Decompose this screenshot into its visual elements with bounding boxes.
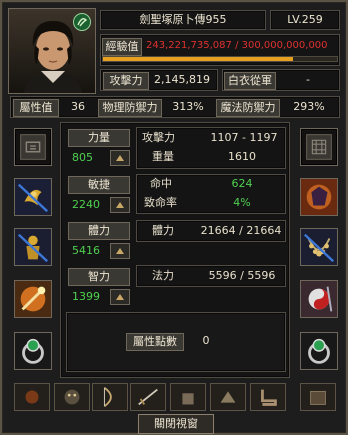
bow-icon	[103, 386, 112, 408]
glove-icon	[182, 393, 194, 405]
dex-increase-button[interactable]	[110, 197, 130, 213]
vit-label: 體力	[68, 222, 130, 240]
points-label: 屬性點數	[126, 333, 184, 351]
faction-label: 白衣從軍	[224, 72, 276, 90]
toolbar-slot-1[interactable]	[14, 383, 50, 411]
vit-value: 5416	[72, 244, 100, 257]
character-window: 劍聖塚原卜傳955 LV.259 經驗值 243,221,735,087 / 3…	[0, 0, 348, 435]
character-name: 劍聖塚原卜傳955	[139, 13, 227, 26]
int-value: 1399	[72, 290, 100, 303]
toolbar-slot-8[interactable]	[300, 383, 336, 411]
mp-current: 5596	[208, 269, 237, 282]
atk-range: 1107 - 1197	[206, 130, 282, 146]
jade-ring-icon	[301, 333, 337, 369]
pouch-icon	[310, 390, 326, 405]
right-slot-taiji[interactable]	[300, 280, 338, 318]
toolbar-slot-5[interactable]	[170, 383, 206, 411]
attr-label: 屬性值	[13, 99, 59, 117]
crit-label: 致命率	[144, 196, 177, 209]
mag-def-label: 魔法防禦力	[216, 99, 280, 117]
right-slot-necklace[interactable]	[300, 228, 338, 266]
dark-gem-icon	[301, 179, 337, 215]
mp-values: 5596 / 5596	[202, 268, 282, 284]
close-window-button[interactable]: 關閉視窗	[138, 414, 214, 434]
boot-icon	[261, 389, 277, 406]
exp-label: 經驗值	[102, 38, 142, 56]
hp-label: 體力	[152, 224, 174, 237]
int-label: 智力	[68, 268, 130, 286]
int-increase-button[interactable]	[110, 289, 130, 305]
right-slot-gem[interactable]	[300, 178, 338, 216]
mask-icon	[64, 389, 80, 405]
str-value: 805	[72, 151, 93, 164]
str-label: 力量	[68, 129, 130, 147]
right-slot-ring[interactable]	[300, 332, 338, 370]
left-slot-seal[interactable]	[14, 128, 52, 166]
phys-def-value: 313%	[172, 100, 204, 113]
dex-label: 敏捷	[68, 176, 130, 194]
atk-separator: -	[242, 131, 246, 144]
exp-bar-fill	[103, 57, 293, 61]
attr-value: 36	[71, 100, 85, 113]
atk-max: 1197	[249, 131, 278, 144]
weight-value: 1610	[228, 150, 256, 163]
golden-bird-crossed-icon	[15, 179, 51, 215]
left-slot-bird[interactable]	[14, 178, 52, 216]
sword-icon	[138, 388, 158, 406]
left-slot-staff[interactable]	[14, 280, 52, 318]
atk-min: 1107	[210, 131, 239, 144]
character-level: LV.259	[287, 13, 323, 26]
faction-value: -	[306, 73, 310, 86]
crit-value: 4%	[233, 196, 251, 209]
left-slot-warrior[interactable]	[14, 228, 52, 266]
dex-value: 2240	[72, 198, 100, 211]
toolbar-slot-6[interactable]	[210, 383, 246, 411]
seal-box-icon	[20, 134, 46, 160]
fire-staff-icon	[15, 281, 51, 317]
hp-values: 21664 / 21664	[198, 223, 284, 239]
mp-label: 法力	[152, 269, 174, 282]
exp-separator: /	[235, 40, 239, 51]
right-slot-knot[interactable]	[300, 128, 338, 166]
mp-separator: /	[240, 269, 244, 282]
atk-label: 攻擊力	[142, 131, 175, 144]
gauntlet-icon	[220, 391, 236, 403]
name-panel: 劍聖塚原卜傳955	[100, 10, 266, 30]
weight-label: 重量	[152, 150, 174, 163]
toolbar-slot-2[interactable]	[54, 383, 90, 411]
mag-def-value: 293%	[293, 100, 325, 113]
status-emblem-icon	[73, 13, 91, 31]
exp-current: 243,221,735,087	[146, 40, 232, 51]
attack-label: 攻擊力	[103, 72, 149, 90]
hit-label: 命中	[150, 177, 172, 190]
vit-increase-button[interactable]	[110, 243, 130, 259]
knot-box-icon	[306, 134, 332, 160]
left-slot-ring[interactable]	[14, 332, 52, 370]
str-increase-button[interactable]	[110, 150, 130, 166]
points-value: 0	[202, 334, 210, 347]
exp-max: 300,000,000,000	[241, 40, 328, 51]
exp-bar	[102, 56, 338, 62]
hp-current: 21664	[200, 224, 236, 237]
toolbar-slot-7[interactable]	[250, 383, 286, 411]
character-portrait	[8, 8, 96, 94]
exp-text: 243,221,735,087 / 300,000,000,000	[146, 38, 338, 54]
bead-necklace-crossed-icon	[301, 229, 337, 265]
hp-separator: /	[239, 224, 243, 237]
phys-def-label: 物理防禦力	[98, 99, 162, 117]
mp-max: 5596	[247, 269, 276, 282]
attack-value: 2,145,819	[154, 73, 210, 86]
level-panel: LV.259	[270, 10, 340, 30]
jade-ring-icon	[15, 333, 51, 369]
golden-warrior-crossed-icon	[15, 229, 51, 265]
hp-max: 21664	[246, 224, 282, 237]
taiji-sword-icon	[301, 281, 337, 317]
orb-icon	[25, 390, 39, 404]
toolbar-slot-4[interactable]	[130, 383, 166, 411]
toolbar-slot-3[interactable]	[92, 383, 128, 411]
hit-value: 624	[231, 177, 253, 190]
